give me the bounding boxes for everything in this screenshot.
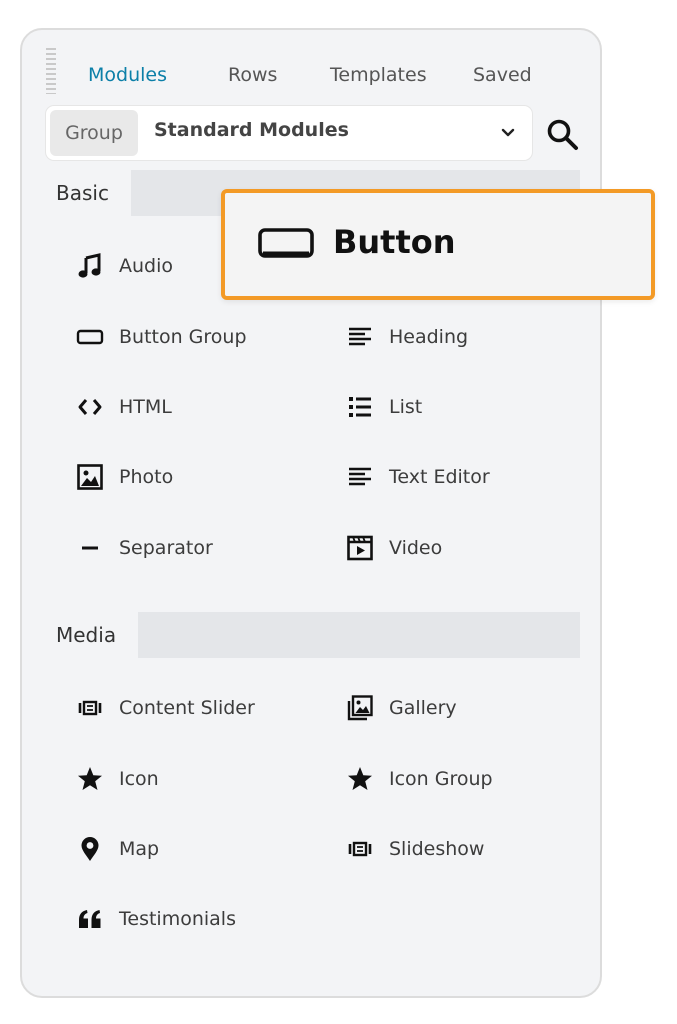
tab-templates[interactable]: Templates	[330, 64, 427, 86]
tab-modules[interactable]: Modules	[88, 64, 167, 86]
module-audio[interactable]: Audio	[74, 246, 173, 286]
module-icon-group[interactable]: Icon Group	[344, 759, 493, 799]
drag-handle[interactable]	[46, 48, 56, 94]
module-html[interactable]: HTML	[74, 387, 172, 427]
module-list[interactable]: List	[344, 387, 422, 427]
module-icon[interactable]: Icon	[74, 759, 159, 799]
code-icon	[74, 391, 106, 423]
module-label: Audio	[119, 255, 174, 277]
heading-icon	[344, 321, 376, 353]
tab-saved[interactable]: Saved	[473, 64, 532, 86]
module-label: Icon Group	[389, 768, 493, 790]
module-label: HTML	[119, 396, 172, 418]
module-label: Button Group	[119, 326, 247, 348]
group-select[interactable]: Group Standard Modules	[46, 106, 532, 160]
module-label: Photo	[119, 466, 174, 488]
video-icon	[344, 532, 376, 564]
separator-icon	[74, 532, 106, 564]
section-title-basic: Basic	[34, 170, 131, 216]
module-heading[interactable]: Heading	[344, 317, 468, 357]
module-label: Heading	[389, 326, 469, 348]
gallery-icon	[344, 692, 376, 724]
module-label: Map	[119, 838, 160, 860]
module-label: Separator	[119, 537, 213, 559]
group-value: Standard Modules	[154, 119, 349, 141]
section-title-media: Media	[34, 612, 139, 658]
module-label: Video	[389, 537, 443, 559]
music-note-icon	[74, 250, 106, 282]
module-label: Slideshow	[389, 838, 485, 860]
module-video[interactable]: Video	[344, 528, 442, 568]
module-testimonials[interactable]: Testimonials	[74, 899, 236, 939]
slider-icon	[74, 692, 106, 724]
module-label: List	[389, 396, 423, 418]
dragging-module-button[interactable]: Button	[221, 189, 655, 300]
module-label: Icon	[119, 768, 159, 790]
photo-icon	[74, 461, 106, 493]
module-separator[interactable]: Separator	[74, 528, 213, 568]
module-map[interactable]: Map	[74, 829, 159, 869]
module-photo[interactable]: Photo	[74, 457, 173, 497]
module-text-editor[interactable]: Text Editor	[344, 457, 490, 497]
module-button-group[interactable]: Button Group	[74, 317, 247, 357]
module-slideshow[interactable]: Slideshow	[344, 829, 484, 869]
star-icon	[344, 763, 376, 795]
module-label: Content Slider	[119, 697, 255, 719]
quote-icon	[74, 903, 106, 935]
map-pin-icon	[74, 833, 106, 865]
text-editor-icon	[344, 461, 376, 493]
module-label: Text Editor	[389, 466, 490, 488]
star-icon	[74, 763, 106, 795]
list-icon	[344, 391, 376, 423]
slider-icon	[344, 833, 376, 865]
tab-rows[interactable]: Rows	[228, 64, 277, 86]
search-icon[interactable]	[544, 116, 580, 152]
module-label: Testimonials	[119, 908, 236, 930]
module-label: Gallery	[389, 697, 457, 719]
group-label: Group	[50, 110, 138, 156]
button-icon	[258, 228, 314, 258]
modules-panel: Modules Rows Templates Saved Group Stand…	[20, 28, 602, 998]
button-icon	[74, 321, 106, 353]
module-content-slider[interactable]: Content Slider	[74, 688, 255, 728]
module-gallery[interactable]: Gallery	[344, 688, 457, 728]
dragging-label: Button	[333, 223, 456, 261]
chevron-down-icon	[501, 128, 515, 137]
section-header-media: Media	[34, 612, 580, 658]
